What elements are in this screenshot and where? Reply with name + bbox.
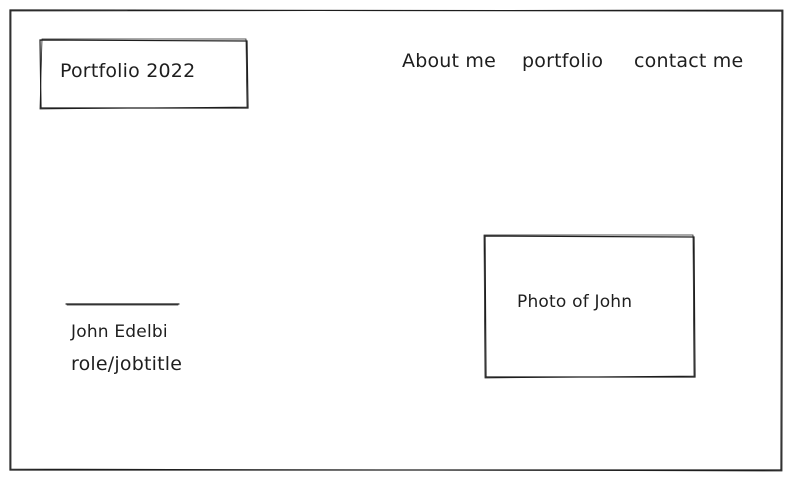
- logo-text: Portfolio 2022: [60, 60, 196, 82]
- name-divider-line: [65, 303, 180, 306]
- photo-placeholder-label: Photo of John: [517, 292, 633, 312]
- nav-about-me[interactable]: About me: [402, 50, 496, 72]
- person-name: John Edelbi: [71, 322, 168, 342]
- wireframe-canvas: Portfolio 2022 About me portfolio contac…: [0, 0, 793, 481]
- person-role: role/jobtitle: [71, 353, 183, 375]
- nav-contact-me[interactable]: contact me: [634, 50, 743, 72]
- nav-portfolio[interactable]: portfolio: [522, 50, 603, 72]
